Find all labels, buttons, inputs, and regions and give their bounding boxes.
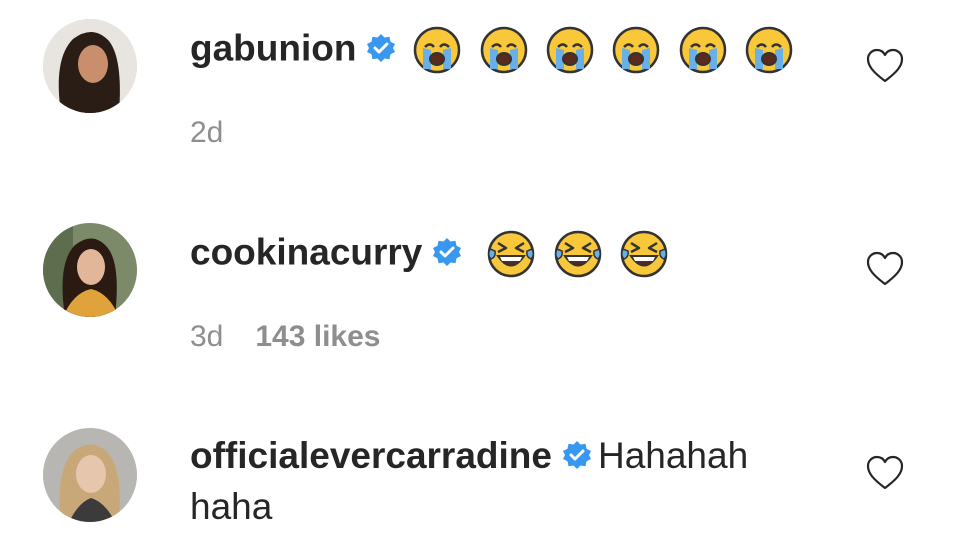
avatar-gabunion[interactable] <box>43 19 137 113</box>
grinning-squinting-tears-face-icon <box>619 229 669 279</box>
likes-count[interactable]: 143 likes <box>255 320 380 353</box>
username[interactable]: gabunion <box>190 27 356 68</box>
verified-badge-icon <box>562 440 592 470</box>
loudly-crying-face-icon <box>611 25 661 75</box>
username[interactable]: officialevercarradine <box>190 435 552 476</box>
emoji-row <box>412 22 799 75</box>
loudly-crying-face-icon <box>479 25 529 75</box>
heart-outline-icon[interactable] <box>866 251 904 287</box>
avatar-officialevercarradine[interactable] <box>43 428 137 522</box>
timestamp[interactable]: 2d <box>190 116 223 149</box>
grinning-squinting-tears-face-icon <box>486 229 536 279</box>
loudly-crying-face-icon <box>678 25 728 75</box>
heart-outline-icon[interactable] <box>866 455 904 491</box>
comment-meta: 2d <box>190 116 255 150</box>
avatar-cookinacurry[interactable] <box>43 223 137 317</box>
grinning-squinting-tears-face-icon <box>553 229 603 279</box>
verified-badge-icon <box>366 33 396 63</box>
heart-outline-icon[interactable] <box>866 48 904 84</box>
timestamp[interactable]: 3d <box>190 320 223 353</box>
username[interactable]: cookinacurry <box>190 231 422 272</box>
loudly-crying-face-icon <box>412 25 462 75</box>
comment-meta: 3d 143 likes <box>190 320 413 354</box>
verified-badge-icon <box>432 237 462 267</box>
loudly-crying-face-icon <box>744 25 794 75</box>
loudly-crying-face-icon <box>545 25 595 75</box>
emoji-row <box>486 226 675 279</box>
